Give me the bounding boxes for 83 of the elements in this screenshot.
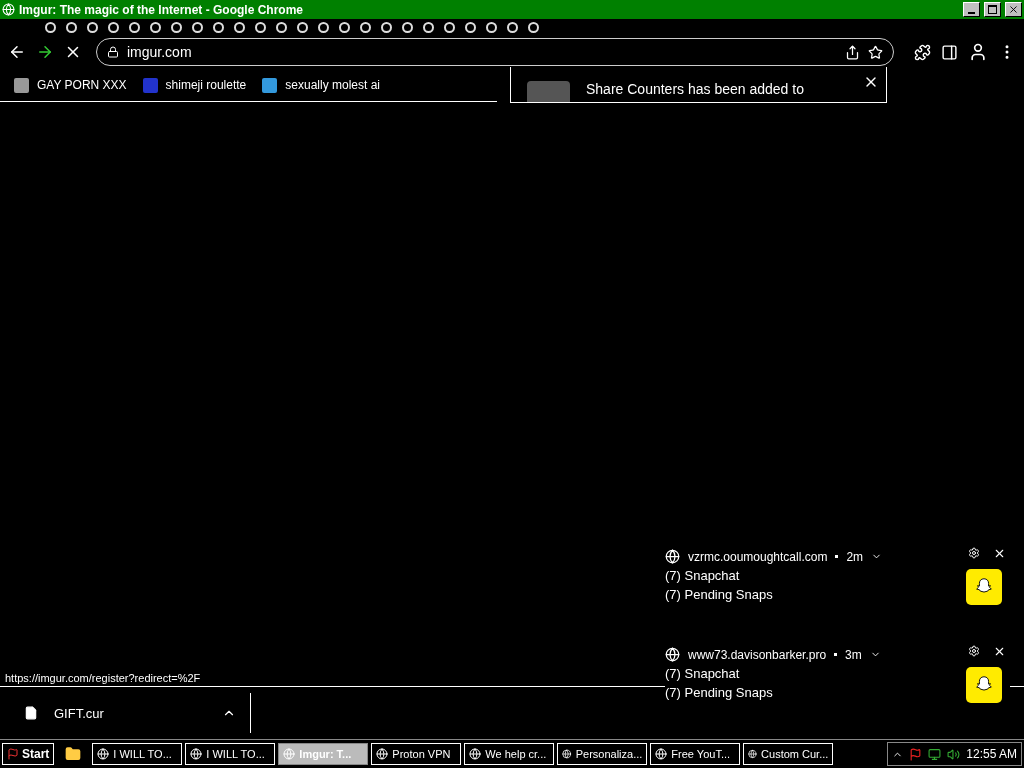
network-icon[interactable] xyxy=(928,747,942,761)
tab-icon[interactable] xyxy=(444,21,455,33)
tab-icon[interactable] xyxy=(339,21,350,33)
globe-icon xyxy=(376,748,389,760)
chrome-icon xyxy=(2,3,15,16)
tab-icon[interactable] xyxy=(171,21,182,33)
globe-icon xyxy=(190,748,203,760)
notification-body: (7) Pending Snaps xyxy=(665,587,774,602)
volume-icon[interactable] xyxy=(947,747,961,761)
globe-icon xyxy=(283,748,296,760)
close-button[interactable] xyxy=(1005,2,1022,17)
bookmark-star-icon[interactable] xyxy=(868,44,883,60)
share-icon[interactable] xyxy=(845,44,860,60)
notification-title: (7) Snapchat xyxy=(665,666,741,681)
maximize-button[interactable] xyxy=(984,2,1001,17)
tab-icon[interactable] xyxy=(234,21,245,33)
globe-icon xyxy=(748,748,758,760)
tab-icon[interactable] xyxy=(423,21,434,33)
popup-message: Share Counters has been added to xyxy=(586,81,804,97)
notification-site: www73.davisonbarker.pro xyxy=(688,647,827,662)
tab-icon[interactable] xyxy=(108,21,119,33)
settings-icon[interactable] xyxy=(968,547,980,559)
settings-icon[interactable] xyxy=(968,645,980,657)
tab-icon[interactable] xyxy=(402,21,413,33)
start-button[interactable]: Start xyxy=(2,743,55,765)
flag-icon[interactable] xyxy=(909,747,923,761)
minimize-button[interactable] xyxy=(963,2,980,17)
tab-icon[interactable] xyxy=(528,21,539,33)
globe-icon xyxy=(97,748,110,760)
notification-body: (7) Pending Snaps xyxy=(665,685,774,700)
tab-icon[interactable] xyxy=(297,21,308,33)
notification-age: 3m xyxy=(845,647,862,662)
file-icon xyxy=(24,706,38,720)
tab-icon[interactable] xyxy=(192,21,203,33)
tab-icon[interactable] xyxy=(507,21,518,33)
chrome-icon xyxy=(665,549,680,564)
globe-icon xyxy=(469,748,482,760)
bookmark-icon xyxy=(262,77,278,93)
notification-title: (7) Snapchat xyxy=(665,568,741,583)
forward-icon[interactable] xyxy=(36,43,54,61)
bookmark[interactable]: sexually molest ai xyxy=(262,77,380,93)
bookmark[interactable]: GAY PORN XXX xyxy=(14,77,127,93)
bookmark-icon xyxy=(14,77,29,93)
tab-icon[interactable] xyxy=(486,21,497,33)
tab-icon[interactable] xyxy=(45,21,56,33)
tab-icon[interactable] xyxy=(318,21,329,33)
tab-icon[interactable] xyxy=(465,21,476,33)
tab-icon[interactable] xyxy=(381,21,392,33)
taskbar-button[interactable]: I WILL TO... xyxy=(185,743,276,765)
lock-icon xyxy=(107,46,119,58)
extensions-icon[interactable] xyxy=(914,43,931,61)
folder-icon[interactable] xyxy=(65,746,82,762)
close-icon[interactable] xyxy=(993,547,1006,560)
tab-icon[interactable] xyxy=(150,21,161,33)
tab-icon[interactable] xyxy=(213,21,224,33)
back-icon[interactable] xyxy=(8,43,26,61)
globe-icon xyxy=(562,748,572,760)
taskbar-button[interactable]: Custom Cur... xyxy=(743,743,834,765)
taskbar-button[interactable]: I WILL TO... xyxy=(92,743,183,765)
tab-icon[interactable] xyxy=(255,21,266,33)
bookmark-icon xyxy=(142,77,158,93)
notification-age: 2m xyxy=(846,549,864,564)
side-panel-icon[interactable] xyxy=(941,43,958,61)
taskbar-button[interactable]: Personaliza... xyxy=(557,743,648,765)
download-item[interactable]: GIFT.cur xyxy=(24,693,251,733)
taskbar-button[interactable]: Proton VPN xyxy=(371,743,462,765)
profile-icon[interactable] xyxy=(968,42,988,62)
tab-icon[interactable] xyxy=(360,21,371,33)
tab-icon[interactable] xyxy=(129,21,140,33)
globe-icon xyxy=(655,748,668,760)
notification-site: vzrmc.ooumoughtcall.com xyxy=(688,549,828,564)
window-title: Imgur: The magic of the Internet - Google Chrome xyxy=(19,2,304,17)
close-icon[interactable] xyxy=(993,645,1006,658)
tab-icon[interactable] xyxy=(276,21,287,33)
tab-icon[interactable] xyxy=(87,21,98,33)
tab-icon[interactable] xyxy=(66,21,77,33)
chrome-icon xyxy=(665,647,680,662)
flag-icon xyxy=(7,748,19,760)
taskbar-button[interactable]: Free YouT... xyxy=(650,743,741,765)
bookmark[interactable]: shimeji roulette xyxy=(142,77,247,93)
close-icon xyxy=(1008,4,1019,15)
clock: 12:55 AM xyxy=(966,747,1017,761)
taskbar-button[interactable]: We help cr... xyxy=(464,743,555,765)
